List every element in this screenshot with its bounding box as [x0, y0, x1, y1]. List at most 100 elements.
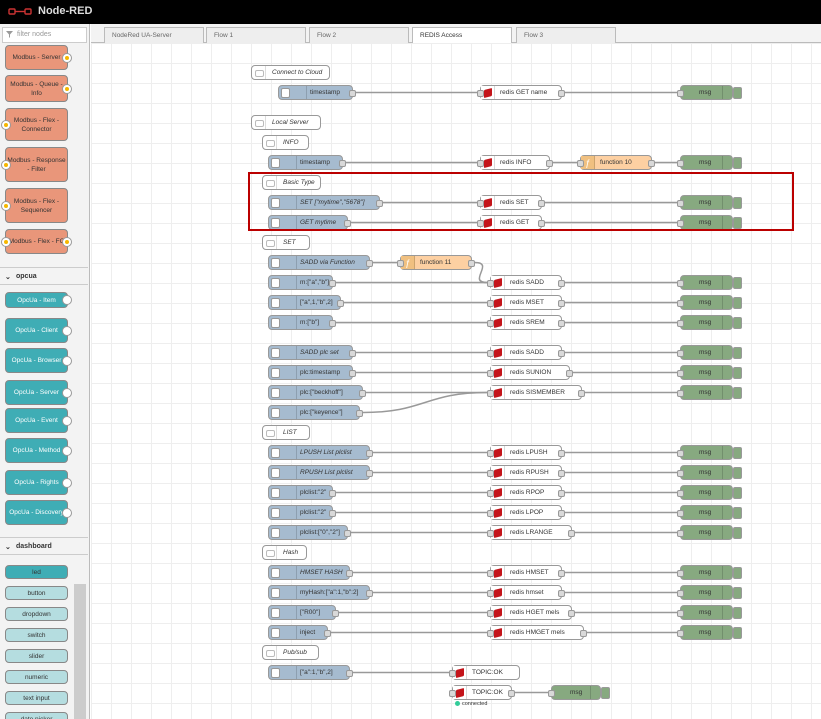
- palette-node-opcua[interactable]: OpcUa - Method: [5, 438, 72, 463]
- input-port[interactable]: [677, 569, 684, 577]
- inject-trigger-button[interactable]: [281, 88, 290, 98]
- debug-node[interactable]: msg: [677, 525, 742, 540]
- input-port[interactable]: [397, 259, 404, 267]
- inject-node[interactable]: SADD plc set: [268, 345, 356, 360]
- input-port[interactable]: [487, 279, 494, 287]
- input-port[interactable]: [677, 589, 684, 597]
- palette-node-opcua[interactable]: OpcUa - Item: [5, 292, 72, 308]
- inject-node[interactable]: LPUSH List plclist: [268, 445, 373, 460]
- input-port[interactable]: [477, 159, 484, 167]
- input-port[interactable]: [677, 489, 684, 497]
- output-port[interactable]: [558, 569, 565, 577]
- redis-node[interactable]: redis hmset: [487, 585, 565, 600]
- palette-node-modbus[interactable]: Modbus - Queue - Info: [5, 75, 72, 102]
- redis-node[interactable]: redis RPUSH: [487, 465, 565, 480]
- debug-node[interactable]: msg: [677, 385, 742, 400]
- debug-toggle-button[interactable]: [733, 297, 742, 309]
- output-port[interactable]: [648, 159, 655, 167]
- debug-node[interactable]: msg: [677, 485, 742, 500]
- debug-node[interactable]: msg: [677, 505, 742, 520]
- inject-node[interactable]: plclist:"2": [268, 505, 336, 520]
- debug-node[interactable]: msg: [677, 465, 742, 480]
- inject-trigger-button[interactable]: [271, 488, 280, 498]
- debug-toggle-button[interactable]: [733, 157, 742, 169]
- tab-1[interactable]: Flow 1: [206, 27, 306, 43]
- palette-node-opcua[interactable]: OpcUa - Rights: [5, 470, 72, 495]
- tab-2[interactable]: Flow 2: [309, 27, 409, 43]
- palette-category-opcua[interactable]: ⌄ opcua: [0, 267, 88, 285]
- output-port[interactable]: [546, 159, 553, 167]
- palette-node-opcua[interactable]: OpcUa - Discovery: [5, 500, 72, 525]
- palette-node-dashboard[interactable]: slider: [5, 649, 68, 663]
- wire[interactable]: [362, 391, 488, 414]
- palette-node-opcua[interactable]: OpcUa - Server: [5, 380, 72, 405]
- debug-toggle-button[interactable]: [733, 567, 742, 579]
- output-port[interactable]: [329, 489, 336, 497]
- debug-toggle-button[interactable]: [733, 317, 742, 329]
- input-port[interactable]: [577, 159, 584, 167]
- input-port[interactable]: [677, 389, 684, 397]
- input-port[interactable]: [487, 449, 494, 457]
- output-port[interactable]: [324, 629, 331, 637]
- input-port[interactable]: [677, 299, 684, 307]
- output-port[interactable]: [558, 489, 565, 497]
- inject-trigger-button[interactable]: [271, 468, 280, 478]
- debug-toggle-button[interactable]: [733, 387, 742, 399]
- inject-node[interactable]: timestamp: [278, 85, 356, 100]
- redis-node[interactable]: redis HMGET mels: [487, 625, 587, 640]
- debug-toggle-button[interactable]: [733, 587, 742, 599]
- palette-scrollbar[interactable]: [74, 584, 86, 719]
- redis-node[interactable]: redis SUNION: [487, 365, 573, 380]
- debug-node[interactable]: msg: [548, 685, 610, 700]
- inject-trigger-button[interactable]: [271, 568, 280, 578]
- inject-trigger-button[interactable]: [271, 608, 280, 618]
- inject-trigger-button[interactable]: [271, 388, 280, 398]
- input-port[interactable]: [487, 489, 494, 497]
- input-port[interactable]: [487, 609, 494, 617]
- input-port[interactable]: [487, 569, 494, 577]
- palette-node-opcua[interactable]: OpcUa - Client: [5, 318, 72, 343]
- input-port[interactable]: [677, 629, 684, 637]
- inject-trigger-button[interactable]: [271, 408, 280, 418]
- output-port[interactable]: [580, 629, 587, 637]
- output-port[interactable]: [346, 569, 353, 577]
- inject-node[interactable]: plclist:"2": [268, 485, 336, 500]
- inject-node[interactable]: m:["b"]: [268, 315, 336, 330]
- input-port[interactable]: [487, 349, 494, 357]
- output-port[interactable]: [566, 369, 573, 377]
- comment-node[interactable]: Connect to Cloud: [251, 65, 330, 80]
- input-port[interactable]: [677, 369, 684, 377]
- redis-node[interactable]: redis INFO: [477, 155, 553, 170]
- output-port[interactable]: [329, 509, 336, 517]
- comment-node[interactable]: LIST: [262, 425, 310, 440]
- debug-node[interactable]: msg: [677, 275, 742, 290]
- comment-node[interactable]: Local Server: [251, 115, 321, 130]
- debug-node[interactable]: msg: [677, 345, 742, 360]
- inject-trigger-button[interactable]: [271, 368, 280, 378]
- debug-toggle-button[interactable]: [733, 447, 742, 459]
- redis-node[interactable]: redis LPOP: [487, 505, 565, 520]
- inject-node[interactable]: SADD via Function: [268, 255, 373, 270]
- palette-node-dashboard[interactable]: date picker: [5, 712, 68, 719]
- debug-toggle-button[interactable]: [733, 527, 742, 539]
- inject-trigger-button[interactable]: [271, 628, 280, 638]
- debug-node[interactable]: msg: [677, 315, 742, 330]
- palette-node-dashboard[interactable]: button: [5, 586, 68, 600]
- palette-node-dashboard[interactable]: numeric: [5, 670, 68, 684]
- output-port[interactable]: [329, 319, 336, 327]
- palette-node-opcua[interactable]: OpcUa - Browser: [5, 348, 72, 373]
- inject-trigger-button[interactable]: [271, 278, 280, 288]
- output-port[interactable]: [558, 349, 565, 357]
- input-port[interactable]: [677, 89, 684, 97]
- redis-node[interactable]: redis SISMEMBER: [487, 385, 585, 400]
- output-port[interactable]: [558, 279, 565, 287]
- output-port[interactable]: [558, 469, 565, 477]
- input-port[interactable]: [487, 369, 494, 377]
- palette-node-modbus[interactable]: Modbus - Flex - Connector: [1, 108, 68, 141]
- comment-node[interactable]: Hash: [262, 545, 307, 560]
- comment-node[interactable]: INFO: [262, 135, 309, 150]
- comment-node[interactable]: Pub/sub: [262, 645, 319, 660]
- output-port[interactable]: [356, 409, 363, 417]
- output-port[interactable]: [349, 369, 356, 377]
- debug-toggle-button[interactable]: [733, 367, 742, 379]
